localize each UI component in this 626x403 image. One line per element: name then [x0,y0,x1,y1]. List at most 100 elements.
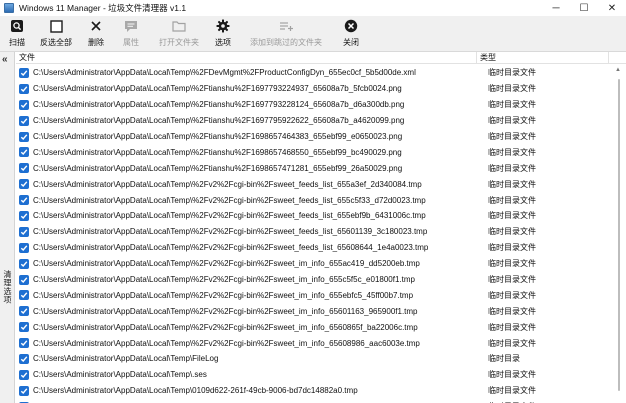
row-checkbox[interactable] [19,369,29,380]
checkmark-icon [20,372,28,378]
list-item[interactable]: C:\Users\Administrator\AppData\Local\Tem… [16,224,612,240]
list-item[interactable]: C:\Users\Administrator\AppData\Local\Tem… [16,383,612,399]
list-item[interactable]: C:\Users\Administrator\AppData\Local\Tem… [16,256,612,272]
row-checkbox[interactable] [19,195,29,206]
list-item[interactable]: C:\Users\Administrator\AppData\Local\Tem… [16,351,612,367]
list-rows: C:\Users\Administrator\AppData\Local\Tem… [16,65,612,403]
row-checkbox[interactable] [19,131,29,142]
list-item[interactable]: C:\Users\Administrator\AppData\Local\Tem… [16,319,612,335]
row-checkbox[interactable] [19,99,29,110]
column-header-file[interactable]: 文件 [16,52,477,63]
column-header-type[interactable]: 类型 [477,52,609,63]
list-item[interactable]: C:\Users\Administrator\AppData\Local\Tem… [16,240,612,256]
delete-x-icon [88,18,104,34]
scrollbar-thumb[interactable] [618,79,620,391]
checkmark-icon [20,86,28,92]
file-path: C:\Users\Administrator\AppData\Local\Tem… [33,100,405,110]
list-item[interactable]: C:\Users\Administrator\AppData\Local\Tem… [16,65,612,81]
invert-selection-button[interactable]: 反选全部 [32,16,80,50]
file-type: 临时目录文件 [488,100,536,110]
file-type: 临时目录文件 [488,227,536,237]
list-item[interactable]: C:\Users\Administrator\AppData\Local\Tem… [16,144,612,160]
row-checkbox[interactable] [19,210,29,221]
file-type: 临时目录文件 [488,259,536,269]
row-checkbox[interactable] [19,226,29,237]
list-item[interactable]: C:\Users\Administrator\AppData\Local\Tem… [16,97,612,113]
list-item[interactable]: C:\Users\Administrator\AppData\Local\Tem… [16,272,612,288]
list-item[interactable]: C:\Users\Administrator\AppData\Local\Tem… [16,160,612,176]
file-path: C:\Users\Administrator\AppData\Local\Tem… [33,259,420,269]
delete-label: 删除 [88,38,104,47]
file-type: 临时目录文件 [488,84,536,94]
list-item[interactable]: C:\Users\Administrator\AppData\Local\Tem… [16,399,612,403]
file-type: 临时目录文件 [488,132,536,141]
file-path: C:\Users\Administrator\AppData\Local\Tem… [33,179,422,189]
list-item[interactable]: C:\Users\Administrator\AppData\Local\Tem… [16,192,612,208]
minimize-button[interactable]: ─ [542,0,570,16]
checkmark-icon [20,276,28,283]
row-checkbox[interactable] [19,258,29,269]
close-button[interactable]: 关闭 [334,16,368,50]
file-type: 临时目录文件 [488,147,536,157]
close-label: 关闭 [343,38,359,47]
file-type: 临时目录文件 [488,290,536,300]
file-type: 临时目录文件 [488,211,536,221]
close-window-button[interactable]: ✕ [598,0,626,16]
checkmark-icon [20,245,28,251]
file-path: C:\Users\Administrator\AppData\Local\Tem… [33,163,403,173]
list-item[interactable]: C:\Users\Administrator\AppData\Local\Tem… [16,287,612,303]
scroll-up-icon[interactable]: ▲ [615,67,621,73]
checkmark-icon [20,197,28,204]
side-panel[interactable]: « 清理选项 [0,52,15,403]
file-path: C:\Users\Administrator\AppData\Local\Tem… [33,132,403,141]
options-button[interactable]: 选项 [208,16,238,50]
row-checkbox[interactable] [19,83,29,94]
properties-button[interactable]: 属性 [112,16,150,50]
row-checkbox[interactable] [19,306,29,317]
file-type: 临时目录文件 [488,386,536,396]
row-checkbox[interactable] [19,179,29,190]
file-path: C:\Users\Administrator\AppData\Local\Tem… [33,306,418,316]
toolbar: 扫描 反选全部 删除 属性 打开文件夹 选项 添加到跳过的文件夹 关闭 [0,16,626,52]
row-checkbox[interactable] [19,290,29,301]
gear-icon [215,18,231,34]
file-type: 临时目录文件 [488,116,536,126]
list-item[interactable]: C:\Users\Administrator\AppData\Local\Tem… [16,176,612,192]
file-type: 临时目录文件 [488,370,536,380]
file-path: C:\Users\Administrator\AppData\Local\Tem… [33,370,207,380]
window-title: Windows 11 Manager - 垃圾文件清理器 v1.1 [19,3,187,13]
row-checkbox[interactable] [19,353,29,364]
maximize-button[interactable]: ☐ [570,0,598,16]
list-item[interactable]: C:\Users\Administrator\AppData\Local\Tem… [16,335,612,351]
row-checkbox[interactable] [19,274,29,285]
row-checkbox[interactable] [19,163,29,174]
row-checkbox[interactable] [19,385,29,396]
row-checkbox[interactable] [19,147,29,158]
file-path: C:\Users\Administrator\AppData\Local\Tem… [33,116,405,126]
delete-button[interactable]: 删除 [80,16,112,50]
list-item[interactable]: C:\Users\Administrator\AppData\Local\Tem… [16,208,612,224]
row-checkbox[interactable] [19,338,29,349]
file-path: C:\Users\Administrator\AppData\Local\Tem… [33,354,219,364]
row-checkbox[interactable] [19,242,29,253]
row-checkbox[interactable] [19,67,29,78]
checkmark-icon [20,308,28,315]
list-item[interactable]: C:\Users\Administrator\AppData\Local\Tem… [16,367,612,383]
list-item[interactable]: C:\Users\Administrator\AppData\Local\Tem… [16,303,612,319]
vertical-scrollbar[interactable]: ▲ [612,65,626,403]
row-checkbox[interactable] [19,322,29,333]
open-folder-button[interactable]: 打开文件夹 [150,16,208,50]
file-path: C:\Users\Administrator\AppData\Local\Tem… [33,68,416,78]
scan-button[interactable]: 扫描 [2,16,32,50]
add-to-skip-folders-button[interactable]: 添加到跳过的文件夹 [238,16,334,50]
file-type: 临时目录文件 [488,338,536,348]
file-path: C:\Users\Administrator\AppData\Local\Tem… [33,386,358,396]
list-item[interactable]: C:\Users\Administrator\AppData\Local\Tem… [16,113,612,129]
list-header: 文件 类型 [16,52,626,64]
row-checkbox[interactable] [19,115,29,126]
list-item[interactable]: C:\Users\Administrator\AppData\Local\Tem… [16,129,612,145]
list-item[interactable]: C:\Users\Administrator\AppData\Local\Tem… [16,81,612,97]
expand-panel-icon[interactable]: « [2,54,8,65]
checkmark-icon [20,213,28,219]
checkmark-icon [20,165,28,172]
